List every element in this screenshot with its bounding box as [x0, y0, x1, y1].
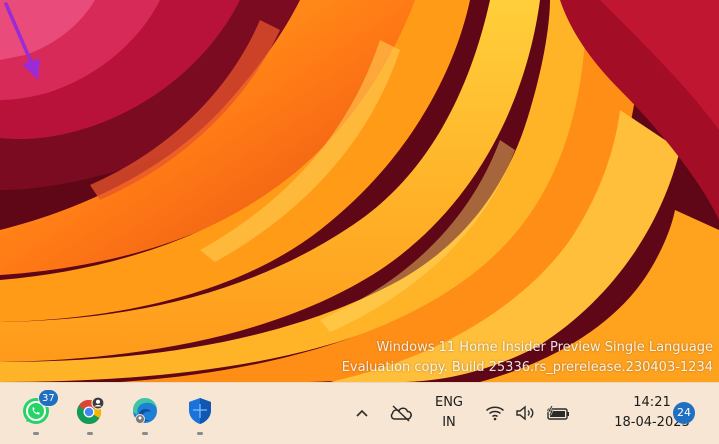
chrome-icon: [76, 396, 105, 425]
volume-button[interactable]: [514, 402, 538, 424]
battery-button[interactable]: [544, 402, 572, 424]
insider-watermark: Windows 11 Home Insider Preview Single L…: [342, 338, 713, 378]
taskbar-app-chrome[interactable]: [70, 391, 110, 435]
notification-center-badge[interactable]: 24: [673, 402, 695, 424]
annotation-arrow: [4, 2, 40, 80]
language-code: ENG: [434, 395, 463, 410]
input-language-indicator[interactable]: ENG IN: [426, 393, 472, 433]
taskbar-app-windows-security[interactable]: [180, 391, 220, 435]
watermark-line-1: Windows 11 Home Insider Preview Single L…: [376, 340, 713, 355]
cloud-offline-icon: [390, 405, 412, 422]
chevron-up-icon: [356, 409, 368, 417]
battery-charging-icon: [547, 405, 569, 420]
desktop-wallpaper: Windows 11 Home Insider Preview Single L…: [0, 0, 719, 382]
running-indicator: [87, 432, 93, 435]
running-indicator: [197, 432, 203, 435]
running-indicator: [142, 432, 148, 435]
taskbar-app-whatsapp[interactable]: 37: [16, 389, 59, 435]
onedrive-status-button[interactable]: [388, 401, 414, 425]
edge-icon: [132, 397, 157, 424]
watermark-line-2: Evaluation copy. Build 25336.rs_prerelea…: [341, 360, 713, 375]
shield-icon: [189, 398, 211, 424]
network-button[interactable]: [484, 402, 506, 424]
keyboard-region: IN: [442, 415, 456, 430]
whatsapp-unread-badge: 37: [38, 389, 59, 407]
speaker-icon: [516, 405, 534, 421]
show-hidden-icons-button[interactable]: [352, 403, 372, 423]
running-indicator: [33, 432, 39, 435]
wallpaper-swirl: [0, 0, 719, 382]
taskbar-app-edge[interactable]: [125, 391, 165, 435]
wifi-icon: [485, 406, 505, 421]
taskbar: 37 ENG IN 14:21 18-04-2023 24: [0, 382, 719, 444]
